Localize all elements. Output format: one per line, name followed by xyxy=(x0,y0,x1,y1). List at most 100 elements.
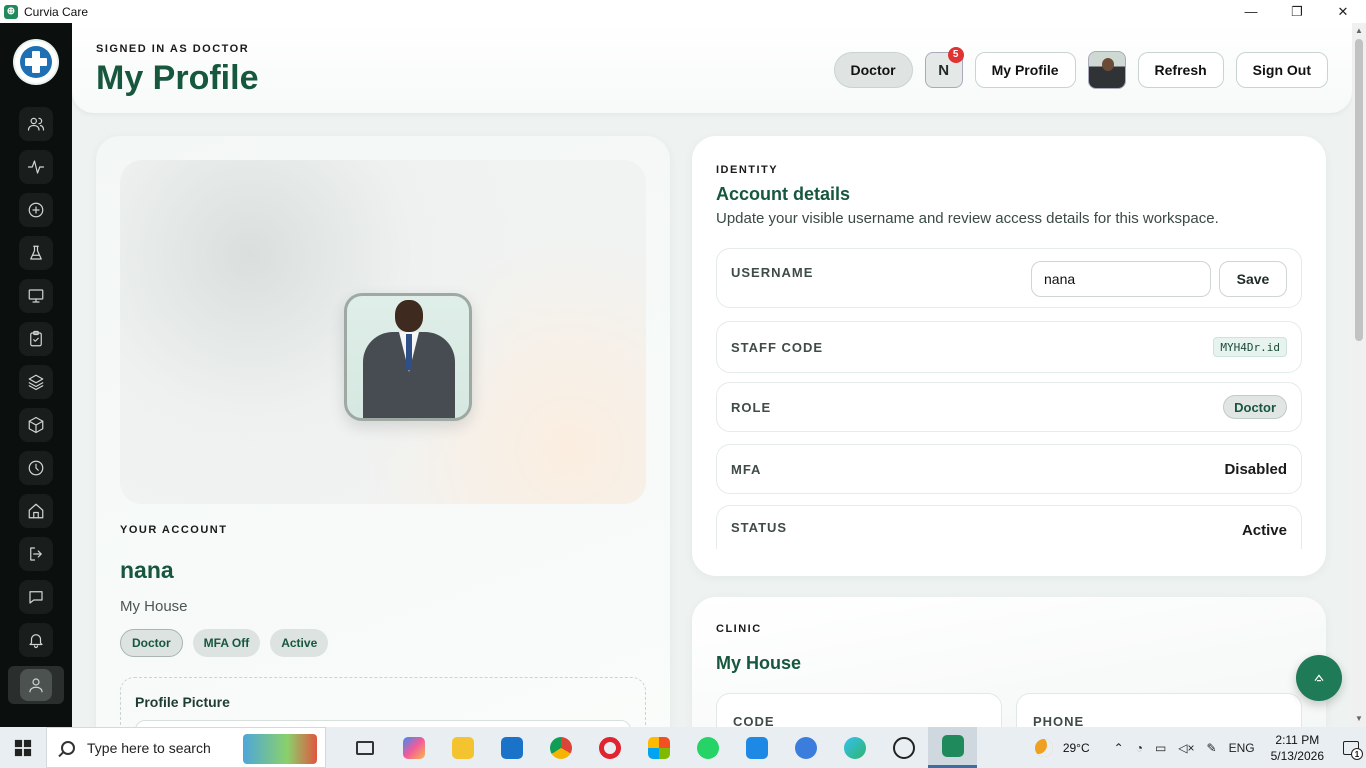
status-value: Active xyxy=(1241,522,1287,539)
role-value: Doctor xyxy=(1223,395,1287,419)
username-label: USERNAME xyxy=(731,265,814,280)
taskbar-app-outlook[interactable] xyxy=(487,727,536,768)
medical-cross-icon xyxy=(20,46,52,78)
taskbar-app-whatsapp[interactable] xyxy=(683,727,732,768)
plus-circle-icon xyxy=(28,202,44,218)
status-label: STATUS xyxy=(731,520,788,535)
clock[interactable]: 2:11 PM 5/13/2026 xyxy=(1271,732,1324,764)
weather-widget[interactable]: 29°C xyxy=(1034,738,1090,757)
clinic-phone-box: PHONE xyxy=(1016,693,1302,727)
taskbar-app-copilot[interactable] xyxy=(389,727,438,768)
status-chip: Active xyxy=(270,629,329,657)
sidebar-item-home[interactable] xyxy=(19,494,53,528)
main-content: SIGNED IN AS DOCTOR My Profile Doctor N … xyxy=(72,23,1352,727)
profile-picture-upload[interactable] xyxy=(135,720,631,727)
profile-picture-title: Profile Picture xyxy=(135,694,230,710)
language-indicator[interactable]: ENG xyxy=(1229,741,1255,755)
sidebar-item-patients[interactable] xyxy=(19,107,53,141)
app-logo-icon: ⊕ xyxy=(4,4,18,19)
pen-icon[interactable]: ✎ xyxy=(1207,741,1217,755)
taskbar-app-curvia[interactable] xyxy=(928,727,977,768)
taskbar-app-android-studio[interactable] xyxy=(781,727,830,768)
profile-picture-section: Profile Picture xyxy=(120,677,646,727)
notifications-button[interactable]: N 5 xyxy=(924,47,964,88)
assistant-fab-button[interactable] xyxy=(1296,655,1342,701)
clock-time: 2:11 PM xyxy=(1275,732,1320,747)
sidebar-item-layers[interactable] xyxy=(19,365,53,399)
windows-taskbar: Type here to search 29°C ⌃ ◔ ▭ ◁× ✎ ENG … xyxy=(0,727,1366,768)
user-icon xyxy=(29,678,43,693)
scroll-thumb[interactable] xyxy=(1355,39,1363,341)
sidebar-item-inventory[interactable] xyxy=(19,408,53,442)
action-center-button[interactable]: 1 xyxy=(1336,727,1366,768)
window-title: Curvia Care xyxy=(24,4,89,19)
role-badge[interactable]: Doctor xyxy=(833,52,913,88)
sidebar xyxy=(0,23,72,727)
chat-icon xyxy=(29,591,43,604)
my-profile-button[interactable]: My Profile xyxy=(974,52,1076,88)
photo-head xyxy=(395,300,423,332)
start-button[interactable] xyxy=(0,727,46,768)
page-header: SIGNED IN AS DOCTOR My Profile Doctor N … xyxy=(72,23,1352,113)
flask-icon xyxy=(30,245,42,260)
save-button[interactable]: Save xyxy=(1219,261,1287,297)
sign-out-button[interactable]: Sign Out xyxy=(1235,52,1328,88)
photo-tie xyxy=(406,334,412,370)
sidebar-item-profile[interactable] xyxy=(8,666,64,704)
android-studio-icon xyxy=(794,736,817,759)
taskbar-app-explorer[interactable] xyxy=(438,727,487,768)
users-icon xyxy=(27,117,45,131)
sidebar-item-lab[interactable] xyxy=(19,236,53,270)
account-details-subtitle: Update your visible username and review … xyxy=(716,210,1219,227)
taskbar-app-opera[interactable] xyxy=(585,727,634,768)
username-input[interactable]: nana xyxy=(1031,261,1211,297)
volume-icon[interactable]: ◁× xyxy=(1178,741,1194,755)
sidebar-item-history[interactable] xyxy=(19,451,53,485)
account-details-title: Account details xyxy=(716,184,851,204)
sidebar-item-logout[interactable] xyxy=(19,537,53,571)
scroll-up-icon[interactable]: ▲ xyxy=(1355,27,1363,35)
logout-icon xyxy=(30,547,42,561)
role-row: ROLE Doctor xyxy=(716,382,1302,432)
account-org: My House xyxy=(120,598,188,615)
taskbar-search[interactable]: Type here to search xyxy=(46,727,326,768)
bell-icon xyxy=(29,634,43,649)
chevron-up-icon[interactable]: ⌃ xyxy=(1114,741,1124,755)
page-title: My Profile xyxy=(96,59,259,97)
search-highlight-image xyxy=(243,734,317,764)
sidebar-item-messages[interactable] xyxy=(19,580,53,614)
taskbar-app-store[interactable] xyxy=(634,727,683,768)
mfa-chip: MFA Off xyxy=(192,629,261,657)
taskbar-app-edge[interactable] xyxy=(830,727,879,768)
sidebar-item-tasks[interactable] xyxy=(19,322,53,356)
sidebar-item-alerts[interactable] xyxy=(19,623,53,657)
signed-in-label: SIGNED IN AS DOCTOR xyxy=(96,43,250,55)
wifi-icon[interactable]: ◔ xyxy=(1136,741,1143,755)
avatar[interactable] xyxy=(1087,51,1126,89)
refresh-button[interactable]: Refresh xyxy=(1137,52,1224,88)
scroll-down-icon[interactable]: ▼ xyxy=(1355,715,1363,723)
maximize-button[interactable]: ❐ xyxy=(1274,0,1320,23)
close-button[interactable]: ✕ xyxy=(1320,0,1366,23)
page-scrollbar[interactable]: ▲ ▼ xyxy=(1352,23,1366,727)
brand-logo[interactable] xyxy=(15,41,57,83)
opera-icon xyxy=(598,736,621,759)
task-view-icon xyxy=(355,740,374,755)
weather-temp: 29°C xyxy=(1062,740,1090,755)
staff-code-value: MYH4Dr.id xyxy=(1213,337,1287,357)
taskbar-app-chrome[interactable] xyxy=(536,727,585,768)
sidebar-item-monitor[interactable] xyxy=(19,279,53,313)
curvia-app-icon xyxy=(941,735,964,757)
sidebar-item-add[interactable] xyxy=(19,193,53,227)
clinic-code-box: CODE xyxy=(716,693,1002,727)
taskbar-app-vscode[interactable] xyxy=(732,727,781,768)
sidebar-item-vitals[interactable] xyxy=(19,150,53,184)
windows-logo-icon xyxy=(14,739,32,756)
identity-card: IDENTITY Account details Update your vis… xyxy=(692,136,1326,576)
minimize-button[interactable]: — xyxy=(1228,0,1274,23)
clinic-code-label: CODE xyxy=(733,714,775,727)
profile-photo[interactable] xyxy=(344,293,472,421)
battery-icon[interactable]: ▭ xyxy=(1155,741,1166,755)
taskbar-app-chatgpt[interactable] xyxy=(879,727,928,768)
task-view-button[interactable] xyxy=(340,727,389,768)
